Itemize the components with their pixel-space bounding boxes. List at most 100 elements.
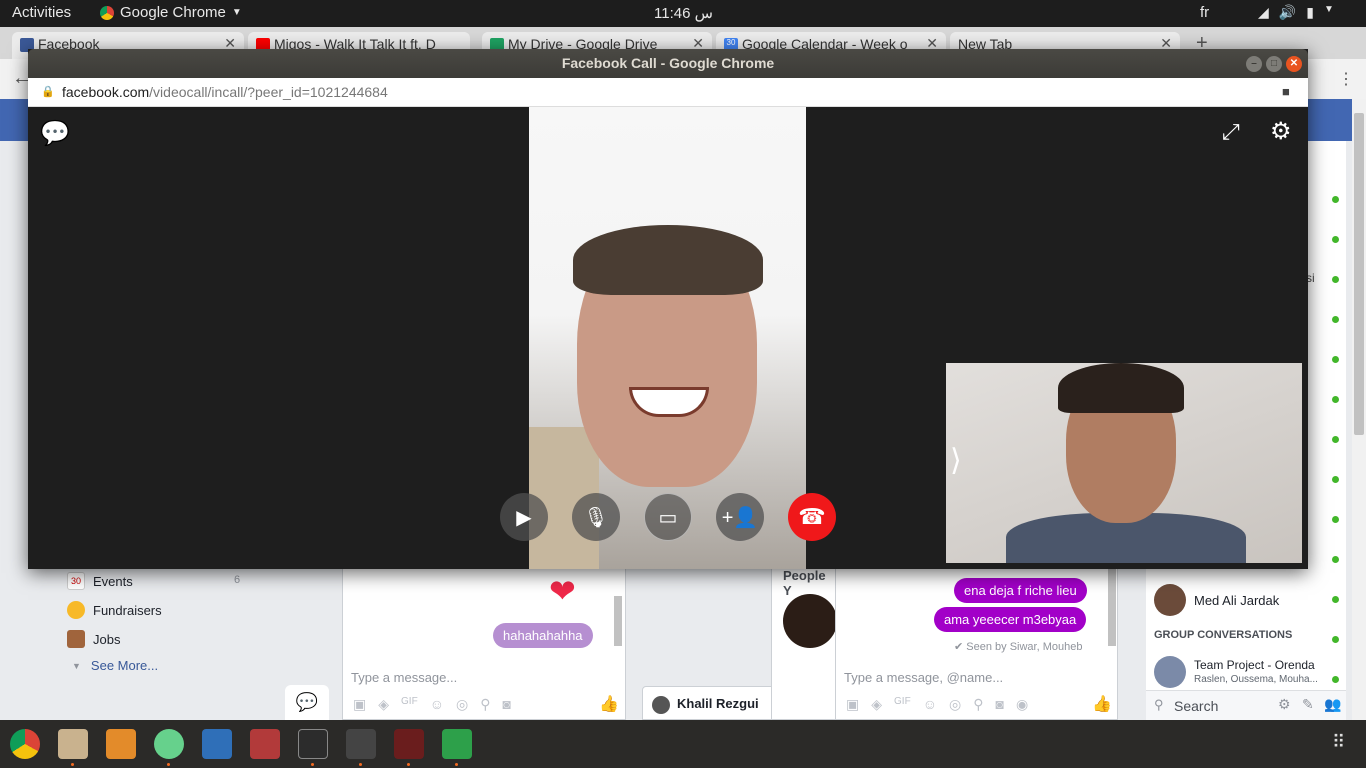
contact-med-ali[interactable]: Med Ali Jardak [1154,584,1279,616]
self-participant-hair [1058,363,1184,413]
activities-button[interactable]: Activities [12,4,71,21]
seen-indicator: ✔ Seen by Siwar, Mouheb [954,641,1083,653]
clock[interactable]: 11:46 س [654,4,713,22]
show-applications-icon[interactable]: ⠿ [1332,732,1345,753]
group-icon[interactable]: 👥 [1324,696,1341,713]
payment-icon[interactable]: ◎ [949,696,961,713]
terminal-icon[interactable] [298,729,328,759]
menu-icon[interactable]: ⋮ [1338,69,1354,89]
page-scrollbar[interactable] [1352,99,1366,720]
contact-name: Med Ali Jardak [1194,592,1280,608]
avatar[interactable] [783,594,837,648]
spreadsheet-icon[interactable] [442,729,472,759]
chat-tab-name: Khalil Rezgui [677,696,759,711]
screen-recorder-icon[interactable] [394,729,424,759]
search-icon: ⚲ [1154,697,1164,712]
toggle-mic-button[interactable]: 🎙 [572,493,620,541]
chat-bubble-icon[interactable]: 💬 [40,119,70,148]
online-indicator [1332,316,1339,323]
photo-icon[interactable]: ▣ [846,696,859,713]
chat-window-right: ena deja f riche lieu ama yeeecer m3ebya… [835,565,1118,720]
address-bar[interactable]: 🔒 facebook.com/videocall/incall/?peer_id… [28,78,1308,107]
emoji-icon[interactable]: ☺ [923,696,937,713]
facebook-call-window: Facebook Call - Google Chrome – □ ✕ 🔒 fa… [28,49,1308,569]
message-bubble: hahahahahha [493,623,593,648]
toggle-video-button[interactable]: ▶ [500,493,548,541]
collapse-arrow-icon[interactable]: ⟩ [950,443,962,478]
camera-icon[interactable]: ◙ [502,696,510,713]
atom-icon[interactable] [154,729,184,759]
chevron-down-icon: ▼ [72,661,81,671]
chat-window-left: ❤ hahahahahha Type a message... ▣ ◈ GIF … [342,565,626,720]
gif-icon[interactable]: GIF [894,696,911,713]
like-icon[interactable]: 👍 [599,694,619,714]
chat-bubbles-icon[interactable]: 💬 [285,685,329,720]
end-call-button[interactable]: ☎ [788,493,836,541]
software-updater-icon[interactable] [250,729,280,759]
camera-icon[interactable]: ◙ [995,696,1003,713]
add-person-button[interactable]: +👤 [716,493,764,541]
like-icon[interactable]: 👍 [1092,694,1112,714]
sticker-icon[interactable]: ◈ [378,696,389,713]
url-text[interactable]: facebook.com/videocall/incall/?peer_id=1… [62,84,388,100]
sidebar-item-events[interactable]: 30 Events [67,572,133,590]
sublime-text-icon[interactable] [106,729,136,759]
heart-icon: ❤ [549,573,576,609]
chat-scrollbar[interactable] [1108,566,1116,646]
self-view-video[interactable]: ⟩ [946,363,1302,563]
compose-icon[interactable]: ✎ [1302,696,1314,713]
camera-indicator-icon[interactable]: ■ [1282,84,1290,99]
fullscreen-icon[interactable]: ⤢ [1222,119,1240,145]
minimize-button[interactable]: – [1246,56,1262,72]
sticker-icon[interactable]: ◈ [871,696,882,713]
online-indicator [1332,436,1339,443]
running-indicator [311,763,314,766]
sidebar-item-fundraisers[interactable]: Fundraisers [67,601,162,619]
add-person-icon: +👤 [721,506,759,529]
lock-icon: 🔒 [41,86,55,98]
window-titlebar[interactable]: Facebook Call - Google Chrome – □ ✕ [28,49,1308,78]
emoji-icon[interactable]: ☺ [430,696,444,713]
close-button[interactable]: ✕ [1286,56,1302,72]
scrollbar-thumb[interactable] [1354,113,1364,435]
attach-icon[interactable]: ⚲ [973,696,983,713]
online-indicator [1332,516,1339,523]
chat-scrollbar[interactable] [614,596,622,646]
search-input[interactable]: Search [1174,698,1218,714]
app-menu[interactable]: Google Chrome ▼ [100,4,242,21]
contacts-search-bar: ⚲ Search ⚙ ✎ 👥 [1146,690,1346,720]
chrome-icon[interactable] [10,729,40,759]
message-input[interactable]: Type a message, @name... [844,670,1003,685]
avatar [652,696,670,714]
avatar [1154,584,1186,616]
sidebar-item-label: Events [93,573,133,589]
briefcase-icon [67,630,85,648]
attach-icon[interactable]: ⚲ [480,696,490,713]
gif-icon[interactable]: GIF [401,696,418,713]
video-editor-icon[interactable] [346,729,376,759]
sidebar-item-jobs[interactable]: Jobs [67,630,120,648]
seen-label: Seen by Siwar, Mouheb [966,641,1083,653]
group-members: Raslen, Oussema, Mouha... [1194,674,1318,685]
online-indicator [1332,196,1339,203]
file-manager-icon[interactable] [58,729,88,759]
see-more-link[interactable]: ▼ See More... [72,658,158,673]
screen-share-button[interactable]: ▭ [644,493,692,541]
poll-icon[interactable]: ◉ [1016,696,1028,713]
url-path: /videocall/incall/?peer_id=1021244684 [149,84,388,100]
payment-icon[interactable]: ◎ [456,696,468,713]
message-input[interactable]: Type a message... [351,670,457,685]
writer-icon[interactable] [202,729,232,759]
gear-icon[interactable]: ⚙ [1270,117,1292,146]
maximize-button[interactable]: □ [1266,56,1282,72]
window-title: Facebook Call - Google Chrome [561,55,775,71]
language-indicator[interactable]: fr [1200,4,1209,21]
gear-icon[interactable]: ⚙ [1278,696,1291,713]
system-tray[interactable]: ◢ 🔊 ▮ ▼ [1258,4,1334,21]
online-indicator [1332,236,1339,243]
online-indicator [1332,356,1339,363]
photo-icon[interactable]: ▣ [353,696,366,713]
see-more-label: See More... [90,658,159,673]
people-panel: People Y [771,565,837,720]
sidebar-item-label: Jobs [93,631,121,647]
